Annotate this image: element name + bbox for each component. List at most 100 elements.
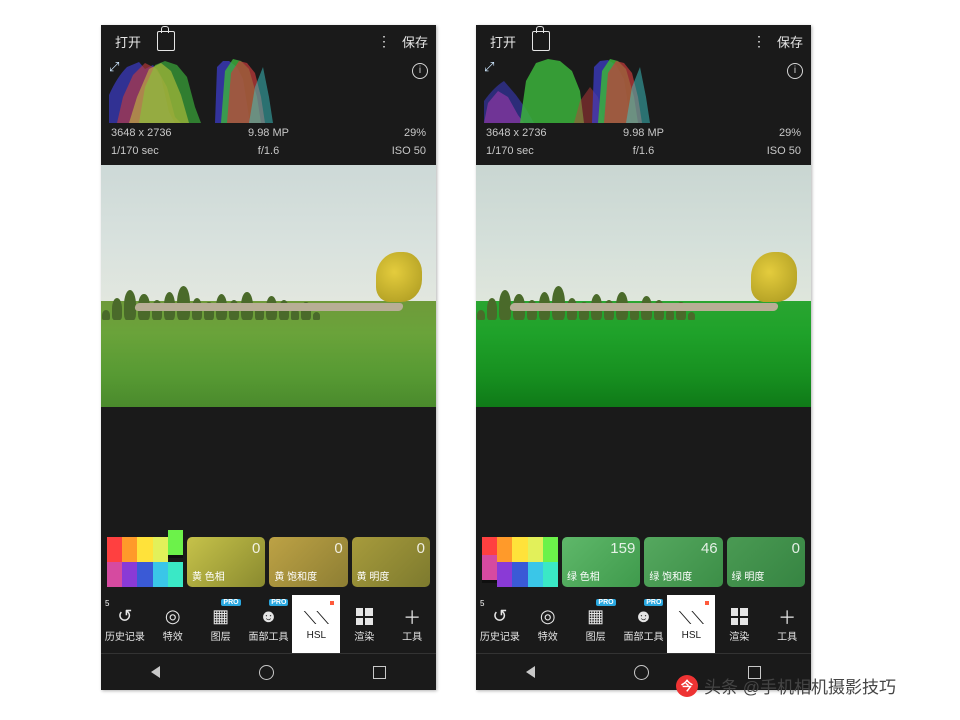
watermark-text: 头条 @手机相机摄影技巧 <box>704 673 896 698</box>
aperture: f/1.6 <box>591 145 696 157</box>
photo-preview[interactable] <box>476 165 811 407</box>
tool-label: 工具 <box>777 628 797 643</box>
color-swatch-5[interactable] <box>482 555 497 580</box>
tool-label: 历史记录 <box>480 628 520 643</box>
tool-history[interactable]: 5 ↺ 历史记录 <box>476 595 524 653</box>
color-swatch-5[interactable] <box>107 562 122 587</box>
face-icon: ☻ <box>259 606 278 628</box>
color-swatch-7[interactable] <box>512 562 527 587</box>
hsl-label: 绿 明度 <box>732 572 765 584</box>
tool-label: 历史记录 <box>105 628 145 643</box>
color-swatch-1[interactable] <box>122 537 137 562</box>
photo-yellow-tree <box>751 252 797 302</box>
tool-history[interactable]: 5 ↺ 历史记录 <box>101 595 149 653</box>
photo-yellow-tree <box>376 252 422 302</box>
tool-label: 图层 <box>211 628 231 643</box>
topbar: 打开 ⋮ 保存 <box>476 25 811 57</box>
color-swatch-2[interactable] <box>512 537 527 562</box>
tool-effects[interactable]: ◎ 特效 <box>149 595 197 653</box>
zoom-percent: 29% <box>696 127 801 139</box>
pro-badge: PRO <box>221 599 240 606</box>
color-swatch-4[interactable] <box>168 530 183 555</box>
tool-face[interactable]: PRO ☻ 面部工具 <box>620 595 668 653</box>
tool-hsl[interactable]: ⟍⟍ HSL <box>292 595 340 653</box>
tool-layers[interactable]: PRO ▦ 图层 <box>572 595 620 653</box>
tool-render[interactable]: 渲染 <box>340 595 388 653</box>
tool-label: HSL <box>682 630 701 641</box>
color-swatch-6[interactable] <box>497 562 512 587</box>
metadata-row2: 1/170 sec f/1.6 ISO 50 <box>476 141 811 159</box>
menu-icon[interactable]: ⋮ <box>377 33 390 50</box>
iso: ISO 50 <box>696 145 801 157</box>
nav-recent-icon[interactable] <box>373 666 386 679</box>
color-swatch-8[interactable] <box>153 562 168 587</box>
nav-home-icon[interactable] <box>634 665 649 680</box>
tool-hsl[interactable]: ⟍⟍ HSL <box>667 595 715 653</box>
hsl-tile-0[interactable]: 159 绿 色相 <box>562 537 640 587</box>
store-icon[interactable] <box>532 31 550 51</box>
hsl-tiles: 159 绿 色相 46 绿 饱和度 0 绿 明度 <box>476 537 811 587</box>
hsl-value: 0 <box>792 540 800 557</box>
expand-icon[interactable]: ⤢ <box>484 59 494 75</box>
menu-icon[interactable]: ⋮ <box>752 33 765 50</box>
tool-label: 图层 <box>586 628 606 643</box>
nav-home-icon[interactable] <box>259 665 274 680</box>
hsl-tile-0[interactable]: 0 黄 色相 <box>187 537 265 587</box>
nav-back-icon[interactable] <box>151 666 160 678</box>
save-button[interactable]: 保存 <box>777 32 803 51</box>
shutter: 1/170 sec <box>486 145 591 157</box>
tool-face[interactable]: PRO ☻ 面部工具 <box>245 595 293 653</box>
color-swatch-2[interactable] <box>137 537 152 562</box>
photo-path <box>134 303 403 311</box>
color-swatch-0[interactable] <box>107 537 122 562</box>
color-swatch-7[interactable] <box>137 562 152 587</box>
histogram[interactable]: ⤢ i <box>109 57 428 123</box>
tool-label: 工具 <box>402 628 422 643</box>
tool-tools2[interactable]: ＋ 工具 <box>763 595 811 653</box>
histogram[interactable]: ⤢ i <box>484 57 803 123</box>
pro-badge: PRO <box>644 599 663 606</box>
phone-left: 打开 ⋮ 保存 ⤢ i 3648 x 2736 9.98 MP 29% 1/17… <box>101 25 436 690</box>
color-swatch-4[interactable] <box>543 537 558 562</box>
hsl-tile-1[interactable]: 0 黄 饱和度 <box>269 537 347 587</box>
topbar: 打开 ⋮ 保存 <box>101 25 436 57</box>
megapixels: 9.98 MP <box>591 127 696 139</box>
photo-preview[interactable] <box>101 165 436 407</box>
color-swatch-3[interactable] <box>528 537 543 562</box>
pro-badge: PRO <box>269 599 288 606</box>
color-swatch-9[interactable] <box>543 562 558 587</box>
save-button[interactable]: 保存 <box>402 32 428 51</box>
hsl-value: 159 <box>610 540 635 557</box>
history-icon: ↺ <box>117 606 132 628</box>
hsl-tile-1[interactable]: 46 绿 饱和度 <box>644 537 722 587</box>
tool-label: 渲染 <box>354 628 374 643</box>
dimensions: 3648 x 2736 <box>486 127 591 139</box>
open-button[interactable]: 打开 <box>484 32 522 51</box>
tool-layers[interactable]: PRO ▦ 图层 <box>197 595 245 653</box>
nav-back-icon[interactable] <box>526 666 535 678</box>
color-swatch-8[interactable] <box>528 562 543 587</box>
layers-icon: ▦ <box>587 606 604 628</box>
info-icon[interactable]: i <box>412 63 428 79</box>
color-swatch-6[interactable] <box>122 562 137 587</box>
hsl-value: 46 <box>701 540 718 557</box>
hsl-tile-2[interactable]: 0 黄 明度 <box>352 537 430 587</box>
expand-icon[interactable]: ⤢ <box>109 59 119 75</box>
tool-tools2[interactable]: ＋ 工具 <box>388 595 436 653</box>
info-icon[interactable]: i <box>787 63 803 79</box>
shutter: 1/170 sec <box>111 145 216 157</box>
tool-label: 特效 <box>163 628 183 643</box>
tool-effects[interactable]: ◎ 特效 <box>524 595 572 653</box>
tool-render[interactable]: 渲染 <box>715 595 763 653</box>
active-dot <box>705 601 709 605</box>
store-icon[interactable] <box>157 31 175 51</box>
color-swatch-9[interactable] <box>168 562 183 587</box>
hsl-value: 0 <box>417 540 425 557</box>
open-button[interactable]: 打开 <box>109 32 147 51</box>
color-swatch-1[interactable] <box>497 537 512 562</box>
tool-label: 渲染 <box>729 628 749 643</box>
hsl-tile-2[interactable]: 0 绿 明度 <box>727 537 805 587</box>
color-swatch-3[interactable] <box>153 537 168 562</box>
tool-label: 面部工具 <box>249 628 289 643</box>
tool-label: 特效 <box>538 628 558 643</box>
